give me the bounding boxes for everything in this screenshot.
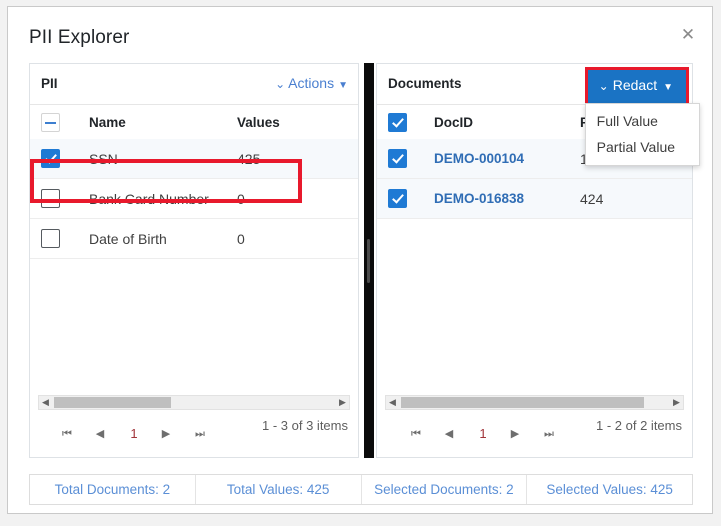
pager-first-button[interactable]: ⏮ [406, 424, 426, 444]
pii-row-values: 0 [237, 179, 327, 218]
status-selected-values: Selected Values: 425 [527, 475, 692, 504]
pager-info: 1 - 3 of 3 items [262, 417, 348, 434]
redact-menu-item-full-value[interactable]: Full Value [586, 108, 699, 134]
pii-row-checkbox-bank-card-number[interactable] [41, 189, 60, 208]
redact-button[interactable]: ⌄ Redact ▼ [585, 67, 689, 107]
pii-pager: ⏮ ◀ 1 ▶ ⏭ 1 - 3 of 3 items [30, 411, 358, 457]
chevron-down-icon: ▼ [663, 82, 673, 93]
scroll-right-icon[interactable]: ▶ [670, 396, 683, 409]
document-docid-link[interactable]: DEMO-016838 [434, 191, 524, 206]
status-total-values: Total Values: 425 [196, 475, 362, 504]
pager-page-1[interactable]: 1 [473, 424, 493, 444]
pager-last-button[interactable]: ⏭ [539, 424, 559, 444]
scroll-right-icon[interactable]: ▶ [336, 396, 349, 409]
scroll-thumb[interactable] [401, 397, 644, 408]
table-row[interactable]: SSN 425 [30, 139, 358, 179]
pager-prev-button[interactable]: ◀ [90, 424, 110, 444]
pii-column-header-name[interactable]: Name [89, 105, 217, 139]
splitter-grip-icon [367, 239, 370, 283]
pager-next-button[interactable]: ▶ [156, 424, 176, 444]
documents-panel-header: Documents ⌄Redact▼ Full Value Partial Va… [377, 64, 692, 105]
pii-column-header-values[interactable]: Values [237, 105, 327, 139]
document-row-pii-count: 424 [580, 179, 670, 218]
pager-info: 1 - 2 of 2 items [596, 417, 682, 434]
redact-control: ⌄Redact▼ Full Value Partial Value [585, 67, 689, 107]
screen: PII Explorer ✕ PII ⌄Actions▼ Name Values [0, 0, 721, 526]
pii-row-checkbox-ssn[interactable] [41, 149, 60, 168]
status-selected-documents: Selected Documents: 2 [362, 475, 528, 504]
pii-row-name: SSN [89, 139, 217, 178]
documents-pager: ⏮ ◀ 1 ▶ ⏭ 1 - 2 of 2 items [377, 411, 692, 457]
pii-select-all-checkbox-cell [41, 105, 75, 139]
actions-label: Actions [288, 75, 334, 91]
redact-menu-item-partial-value[interactable]: Partial Value [586, 134, 699, 160]
redact-dropdown-menu: Full Value Partial Value [585, 103, 700, 166]
chevron-up-icon: ⌄ [275, 77, 285, 91]
documents-grid-body: DEMO-000104 1 DEMO-016838 424 [377, 139, 692, 391]
pager-first-button[interactable]: ⏮ [57, 424, 77, 444]
pii-select-all-checkbox[interactable] [41, 113, 60, 132]
pii-row-checkbox-date-of-birth[interactable] [41, 229, 60, 248]
document-row-docid-cell: DEMO-016838 [434, 179, 574, 218]
page-title: PII Explorer [29, 27, 129, 49]
row-checkbox-cell [41, 139, 75, 178]
pii-row-name: Date of Birth [89, 219, 217, 258]
redact-label: Redact [613, 77, 657, 93]
scroll-left-icon[interactable]: ◀ [39, 396, 52, 409]
dialog-titlebar: PII Explorer ✕ [8, 7, 712, 59]
documents-horizontal-scrollbar[interactable]: ◀ ▶ [385, 395, 684, 410]
pii-panel-title: PII [41, 76, 58, 91]
table-row[interactable]: Bank Card Number 0 [30, 179, 358, 219]
status-total-documents: Total Documents: 2 [30, 475, 196, 504]
chevron-up-icon: ⌄ [599, 79, 609, 93]
pager-prev-button[interactable]: ◀ [439, 424, 459, 444]
scroll-left-icon[interactable]: ◀ [386, 396, 399, 409]
pager-last-button[interactable]: ⏭ [190, 424, 210, 444]
documents-panel: Documents ⌄Redact▼ Full Value Partial Va… [376, 63, 693, 458]
status-bar: Total Documents: 2 Total Values: 425 Sel… [29, 474, 693, 505]
pii-grid-body: SSN 425 Bank Card Number 0 Date of Birth… [30, 139, 358, 391]
pii-row-values: 425 [237, 139, 327, 178]
documents-column-header-docid[interactable]: DocID [434, 105, 574, 139]
table-row[interactable]: Date of Birth 0 [30, 219, 358, 259]
document-row-docid-cell: DEMO-000104 [434, 139, 574, 178]
pii-explorer-dialog: PII Explorer ✕ PII ⌄Actions▼ Name Values [7, 6, 713, 514]
row-checkbox-cell [388, 139, 422, 178]
close-icon[interactable]: ✕ [677, 24, 699, 46]
document-row-checkbox-demo-016838[interactable] [388, 189, 407, 208]
pii-panel: PII ⌄Actions▼ Name Values SSN 42 [29, 63, 359, 458]
document-docid-link[interactable]: DEMO-000104 [434, 151, 524, 166]
documents-select-all-checkbox-cell [388, 105, 422, 139]
documents-panel-title: Documents [388, 76, 462, 91]
pii-grid-header: Name Values [30, 105, 358, 140]
pager-page-1[interactable]: 1 [124, 424, 144, 444]
row-checkbox-cell [41, 219, 75, 258]
pii-row-values: 0 [237, 219, 327, 258]
row-checkbox-cell [41, 179, 75, 218]
chevron-down-icon: ▼ [338, 80, 348, 91]
pii-panel-header: PII ⌄Actions ▼ [30, 64, 358, 105]
document-row-checkbox-demo-000104[interactable] [388, 149, 407, 168]
pii-row-name: Bank Card Number [89, 179, 217, 218]
actions-dropdown[interactable]: ⌄Actions ▼ [275, 75, 348, 91]
documents-select-all-checkbox[interactable] [388, 113, 407, 132]
row-checkbox-cell [388, 179, 422, 218]
pii-horizontal-scrollbar[interactable]: ◀ ▶ [38, 395, 350, 410]
table-row[interactable]: DEMO-016838 424 [377, 179, 692, 219]
pager-next-button[interactable]: ▶ [505, 424, 525, 444]
scroll-thumb[interactable] [54, 397, 171, 408]
panel-splitter[interactable] [364, 63, 374, 458]
